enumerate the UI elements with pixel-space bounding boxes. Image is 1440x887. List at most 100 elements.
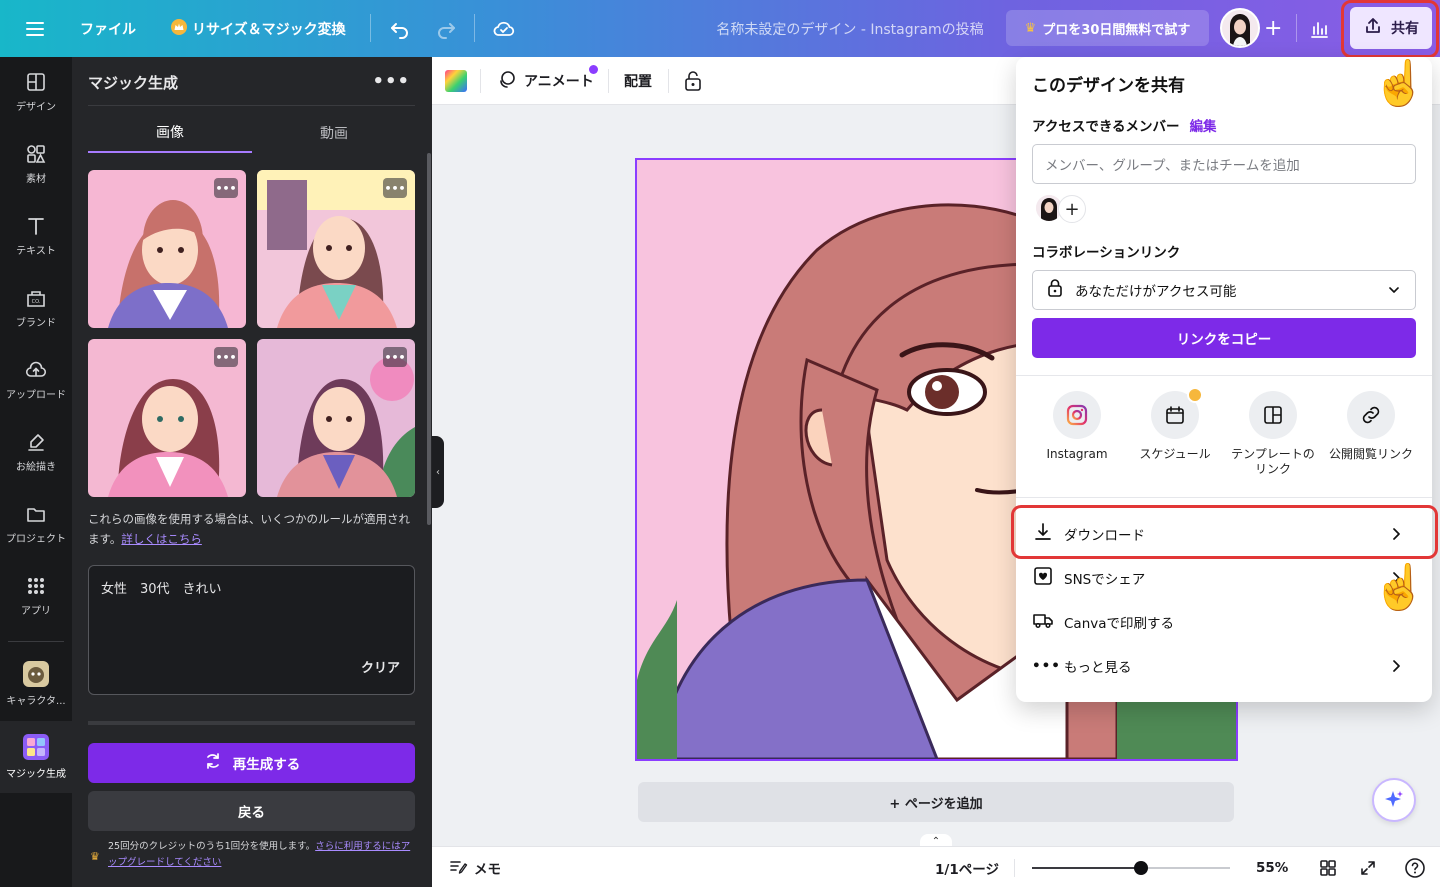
print-row[interactable]: Canvaで印刷する xyxy=(1032,603,1416,641)
add-member-input[interactable]: メンバー、グループ、またはチームを追加 xyxy=(1032,144,1416,184)
thumbnail-more-icon[interactable]: ••• xyxy=(383,347,407,367)
arrange-button[interactable]: 配置 xyxy=(624,57,652,105)
rail-item-draw[interactable]: お絵描き xyxy=(0,419,72,485)
edit-members-link[interactable]: 編集 xyxy=(1190,115,1217,135)
crown-icon xyxy=(1187,387,1203,403)
download-icon xyxy=(1032,521,1054,547)
more-options-icon[interactable]: ••• xyxy=(372,71,410,92)
thumbnail-more-icon[interactable]: ••• xyxy=(383,178,407,198)
resize-button[interactable]: リサイズ＆マジック変換 xyxy=(170,0,346,57)
divider xyxy=(1016,375,1432,376)
insights-icon[interactable] xyxy=(1308,0,1330,57)
rail-item-upload[interactable]: アップロード xyxy=(0,347,72,413)
pointing-hand-icon: ☝️ xyxy=(1372,562,1427,613)
divider xyxy=(1296,14,1297,42)
more-dots-icon: ••• xyxy=(1032,658,1061,674)
crown-icon: ♛ xyxy=(90,850,100,863)
thumbnail-more-icon[interactable]: ••• xyxy=(214,178,238,198)
notes-button[interactable]: メモ xyxy=(448,847,501,887)
undo-icon[interactable] xyxy=(388,0,412,57)
thumbnail-more-icon[interactable]: ••• xyxy=(214,347,238,367)
lock-icon[interactable] xyxy=(682,57,704,105)
rail-item-brand[interactable]: CO. ブランド xyxy=(0,275,72,341)
redo-icon[interactable] xyxy=(434,0,458,57)
cloud-saved-icon[interactable] xyxy=(492,0,516,57)
rail-item-character[interactable]: キャラクタ... xyxy=(0,651,72,717)
generated-image-1[interactable]: ••• xyxy=(88,170,246,328)
pointing-hand-icon: ☝️ xyxy=(1372,58,1427,109)
regenerate-button[interactable]: 再生成する xyxy=(88,743,415,783)
page-indicator[interactable]: 1/1ページ xyxy=(935,847,999,887)
prompt-text[interactable]: 女性 30代 きれい xyxy=(101,578,222,597)
zoom-slider[interactable] xyxy=(1032,861,1230,875)
fullscreen-icon[interactable] xyxy=(1358,847,1378,887)
prompt-input[interactable]: 女性 30代 きれい クリア xyxy=(88,565,415,695)
generated-image-2[interactable]: ••• xyxy=(257,170,415,328)
pro-trial-button[interactable]: ♛ プロを30日間無料で試す xyxy=(1006,10,1209,46)
divider xyxy=(1014,859,1015,877)
menu-icon[interactable] xyxy=(24,0,46,57)
calendar-icon xyxy=(1151,387,1203,439)
access-level-select[interactable]: あなただけがアクセス可能 xyxy=(1032,270,1416,310)
generated-image-3[interactable]: ••• xyxy=(88,339,246,497)
heart-frame-icon xyxy=(1032,565,1054,591)
chevron-right-icon xyxy=(1388,526,1404,546)
zoom-level[interactable]: 55% xyxy=(1256,847,1288,887)
notes-icon xyxy=(448,856,468,880)
magic-assistant-button[interactable] xyxy=(1372,778,1416,822)
new-badge xyxy=(589,65,598,74)
grid-view-icon[interactable] xyxy=(1318,847,1338,887)
share-icon xyxy=(1363,16,1383,40)
clear-button[interactable]: クリア xyxy=(361,657,400,676)
rail-item-design[interactable]: デザイン xyxy=(0,59,72,125)
copy-link-button[interactable]: リンクをコピー xyxy=(1032,318,1416,358)
collapse-panel-icon[interactable]: ‹ xyxy=(432,436,444,508)
tab-image[interactable]: 画像 xyxy=(88,113,252,153)
add-page-button[interactable]: + ページを追加 xyxy=(638,782,1234,822)
rail-divider xyxy=(8,641,64,642)
folder-icon xyxy=(27,508,45,522)
draw-icon xyxy=(28,434,44,451)
share-option-public-link[interactable]: 公開閲覧リンク xyxy=(1322,391,1420,462)
text-icon xyxy=(28,218,44,235)
share-button[interactable]: 共有 xyxy=(1350,7,1432,49)
divider xyxy=(608,69,609,93)
divider xyxy=(668,69,669,93)
zoom-slider-handle[interactable] xyxy=(1134,861,1148,875)
panel-scrollbar[interactable] xyxy=(427,153,431,525)
rail-item-projects[interactable]: プロジェクト xyxy=(0,491,72,557)
file-menu[interactable]: ファイル xyxy=(80,0,136,57)
lock-icon xyxy=(1045,278,1065,302)
divider xyxy=(370,14,371,42)
rail-item-text[interactable]: テキスト xyxy=(0,203,72,269)
chevron-right-icon xyxy=(1388,658,1404,678)
download-row[interactable]: ダウンロード xyxy=(1032,515,1416,553)
more-row[interactable]: ••• もっと見る xyxy=(1032,647,1416,685)
document-title[interactable]: 名称未設定のデザイン - Instagramの投稿 xyxy=(690,0,1010,57)
share-option-schedule[interactable]: スケジュール xyxy=(1126,387,1224,462)
link-icon xyxy=(1347,391,1395,439)
instagram-icon xyxy=(1053,391,1101,439)
avatar[interactable] xyxy=(1220,8,1260,48)
animate-button[interactable]: アニメート xyxy=(496,57,598,105)
help-icon[interactable] xyxy=(1404,847,1426,887)
layout-icon xyxy=(27,73,45,91)
add-member-button[interactable]: + xyxy=(1058,195,1086,223)
zoom-slider-fill xyxy=(1032,867,1141,869)
access-level-value: あなただけがアクセス可能 xyxy=(1075,284,1237,300)
rail-item-magic-generate[interactable]: マジック生成 xyxy=(0,721,72,793)
generated-image-4[interactable]: ••• xyxy=(257,339,415,497)
share-option-template-link[interactable]: テンプレートのリンク xyxy=(1224,391,1322,477)
share-dropdown: このデザインを共有 アクセスできるメンバー 編集 メンバー、グループ、またはチー… xyxy=(1016,57,1432,702)
share-option-instagram[interactable]: Instagram xyxy=(1028,391,1126,462)
learn-more-link[interactable]: 詳しくはこちら xyxy=(121,532,202,546)
color-picker-icon[interactable] xyxy=(444,57,468,105)
back-button[interactable]: 戻る xyxy=(88,791,415,831)
rail-item-apps[interactable]: アプリ xyxy=(0,563,72,629)
tab-video[interactable]: 動画 xyxy=(252,113,416,153)
social-share-row[interactable]: SNSでシェア xyxy=(1032,559,1416,597)
rail-item-elements[interactable]: 素材 xyxy=(0,131,72,197)
magic-generate-panel: マジック生成 ••• 画像 動画 ••• ••• ••• ••• これらの画像を… xyxy=(72,57,432,887)
panel-title: マジック生成 xyxy=(88,73,179,92)
add-member-icon[interactable]: + xyxy=(1264,0,1282,57)
